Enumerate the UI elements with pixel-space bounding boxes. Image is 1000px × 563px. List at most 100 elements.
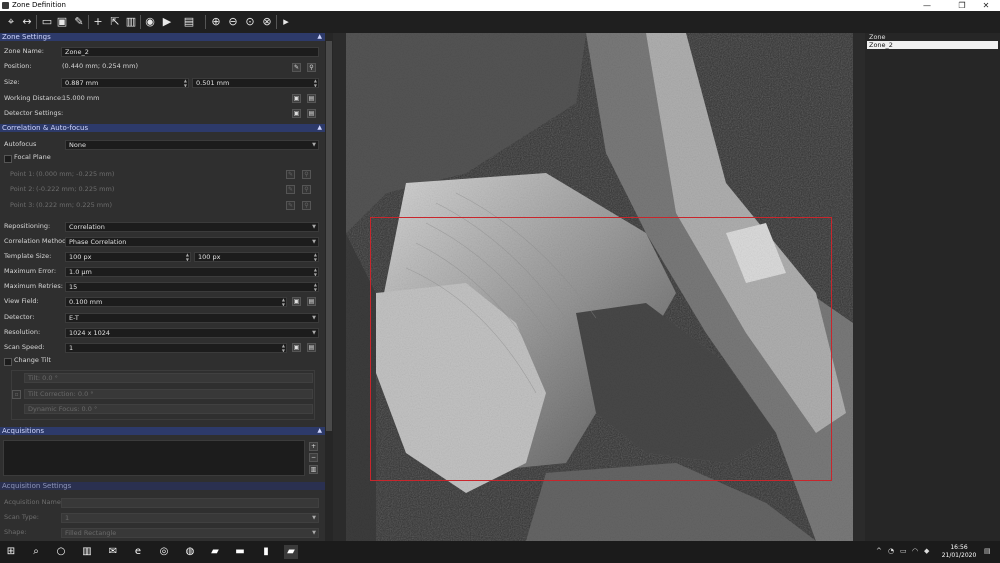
detector-select[interactable]: E-T ▼ (65, 313, 319, 323)
chrome-icon[interactable]: ◎ (157, 545, 171, 559)
zone-rectangle[interactable] (370, 217, 832, 481)
tilt-input[interactable]: Tilt: 0.0 ° (24, 373, 313, 383)
size-width-input[interactable]: 0.887 mm ▲ ▼ (61, 78, 189, 88)
correlation-header[interactable]: Correlation & Auto-focus ▲ (0, 124, 325, 132)
shape-select[interactable]: Filled Rectangle ▼ (61, 528, 319, 538)
spin-icon[interactable]: ▲ ▼ (186, 253, 189, 261)
collapse-icon[interactable]: ▲ (317, 33, 322, 41)
right-splitter[interactable] (853, 33, 865, 541)
frame-icon[interactable]: ▤ (182, 15, 196, 29)
spin-icon[interactable]: ▲ ▼ (282, 298, 285, 306)
app-icon-3[interactable]: ▮ (259, 545, 273, 559)
spin-icon[interactable]: ▲ ▼ (314, 268, 317, 276)
zone-settings-header[interactable]: Zone Settings ▲ (0, 33, 325, 41)
windows-start-icon[interactable]: ⊞ (4, 545, 18, 559)
apply-scan-speed-icon[interactable]: ▤ (307, 343, 316, 352)
select-zone-icon[interactable]: ⌖ (4, 15, 18, 29)
edit-point2-icon[interactable]: ✎ (286, 185, 295, 194)
copy-view-field-icon[interactable]: ▣ (292, 297, 301, 306)
repositioning-select[interactable]: Correlation ▼ (65, 222, 319, 232)
pin-point1-icon[interactable]: ⚲ (302, 170, 311, 179)
tilt-correction-input[interactable]: Tilt Correction: 0.0 ° (24, 389, 313, 399)
edge-icon[interactable]: e (131, 545, 145, 559)
zone-name-input[interactable]: Zone_2 (61, 47, 319, 57)
spin-icon[interactable]: ▲ ▼ (282, 344, 285, 352)
copy-detector-icon[interactable]: ▣ (292, 109, 301, 118)
spin-icon[interactable]: ▲ ▼ (184, 79, 187, 87)
task-view-icon[interactable]: ▥ (80, 545, 94, 559)
scan-type-select[interactable]: 1 ▼ (61, 513, 319, 523)
zone-list-item[interactable]: Zone_2 (867, 41, 998, 49)
pin-point2-icon[interactable]: ⚲ (302, 185, 311, 194)
scan-speed-input[interactable]: 1 ▲ ▼ (65, 343, 287, 353)
notifications-icon[interactable]: ▤ (984, 547, 991, 555)
size-height-input[interactable]: 0.501 mm ▲ ▼ (192, 78, 319, 88)
show-hidden-icon[interactable]: ^ (876, 547, 882, 555)
view-field-input[interactable]: 0.100 mm ▲ ▼ (65, 297, 287, 307)
trash-icon[interactable]: ▥ (309, 465, 318, 474)
zone-list-item[interactable]: Zone (867, 33, 998, 41)
zoom-out-icon[interactable]: ⊖ (226, 15, 240, 29)
method-select[interactable]: Phase Correlation ▼ (65, 237, 319, 247)
add-acquisition-icon[interactable]: + (309, 442, 318, 451)
ruler-icon[interactable]: ✎ (72, 15, 86, 29)
dynamic-focus-input[interactable]: Dynamic Focus: 0.0 ° (24, 404, 313, 414)
cortana-icon[interactable]: ○ (54, 545, 68, 559)
acq-name-input[interactable] (61, 498, 319, 508)
zoom-fit-icon[interactable]: ⊙ (243, 15, 257, 29)
delete-icon[interactable]: ▥ (124, 15, 138, 29)
export-icon[interactable]: ⇱ (108, 15, 122, 29)
app-icon-2[interactable]: ▰ (208, 545, 222, 559)
remove-acquisition-icon[interactable]: − (309, 453, 318, 462)
open-folder-icon[interactable]: ▭ (40, 15, 54, 29)
pin-position-icon[interactable]: ⚲ (307, 63, 316, 72)
camera-icon[interactable]: ◉ (143, 15, 157, 29)
edit-point1-icon[interactable]: ✎ (286, 170, 295, 179)
search-icon[interactable]: ⌕ (29, 545, 43, 559)
save-icon[interactable]: ▣ (55, 15, 69, 29)
apply-detector-icon[interactable]: ▤ (307, 109, 316, 118)
change-tilt-checkbox[interactable] (4, 358, 12, 366)
max-error-input[interactable]: 1.0 µm ▲ ▼ (65, 267, 319, 277)
wifi-icon[interactable]: ◠ (912, 547, 918, 555)
zoom-in-icon[interactable]: ⊕ (209, 15, 223, 29)
run-icon[interactable]: ▸ (279, 15, 293, 29)
acquisitions-list[interactable] (3, 440, 305, 476)
battery-icon[interactable]: ▭ (900, 547, 907, 555)
acquisitions-header[interactable]: Acquisitions ▲ (0, 427, 325, 435)
left-splitter[interactable] (333, 33, 346, 541)
template-width-input[interactable]: 100 px ▲ ▼ (65, 252, 191, 262)
edit-point3-icon[interactable]: ✎ (286, 201, 295, 210)
app-icon-1[interactable]: ◍ (183, 545, 197, 559)
scrollbar-thumb[interactable] (326, 41, 332, 431)
edit-position-icon[interactable]: ✎ (292, 63, 301, 72)
active-app-icon[interactable]: ▰ (284, 545, 298, 559)
copy-wd-icon[interactable]: ▣ (292, 94, 301, 103)
copy-scan-speed-icon[interactable]: ▣ (292, 343, 301, 352)
spin-icon[interactable]: ▲ ▼ (314, 253, 317, 261)
focal-plane-checkbox[interactable] (4, 155, 12, 163)
apply-view-field-icon[interactable]: ▤ (307, 297, 316, 306)
resolution-select[interactable]: 1024 x 1024 ▼ (65, 328, 319, 338)
clock[interactable]: 16:56 21/01/2020 (940, 544, 978, 560)
video-icon[interactable]: ▶ (160, 15, 174, 29)
collapse-icon[interactable]: ▲ (317, 124, 322, 132)
spin-icon[interactable]: ▲ ▼ (314, 283, 317, 291)
zoom-reset-icon[interactable]: ⊗ (260, 15, 274, 29)
minimize-button[interactable]: — (913, 0, 941, 11)
pin-point3-icon[interactable]: ⚲ (302, 201, 311, 210)
close-button[interactable]: ✕ (972, 0, 1000, 11)
apply-wd-icon[interactable]: ▤ (307, 94, 316, 103)
collapse-icon[interactable]: ▲ (317, 427, 322, 435)
network-icon[interactable]: ◔ (888, 547, 894, 555)
dropbox-icon[interactable]: ◆ (924, 547, 929, 555)
outlook-icon[interactable]: ✉ (106, 545, 120, 559)
settings-scrollbar[interactable] (325, 33, 333, 541)
sem-image-view[interactable] (346, 33, 853, 541)
acquisition-settings-header[interactable]: Acquisition Settings (0, 482, 325, 490)
template-height-input[interactable]: 100 px ▲ ▼ (194, 252, 319, 262)
max-retries-input[interactable]: 15 ▲ ▼ (65, 282, 319, 292)
add-zone-icon[interactable]: + (91, 15, 105, 29)
spin-icon[interactable]: ▲ ▼ (314, 79, 317, 87)
autofocus-select[interactable]: None ▼ (65, 140, 319, 150)
